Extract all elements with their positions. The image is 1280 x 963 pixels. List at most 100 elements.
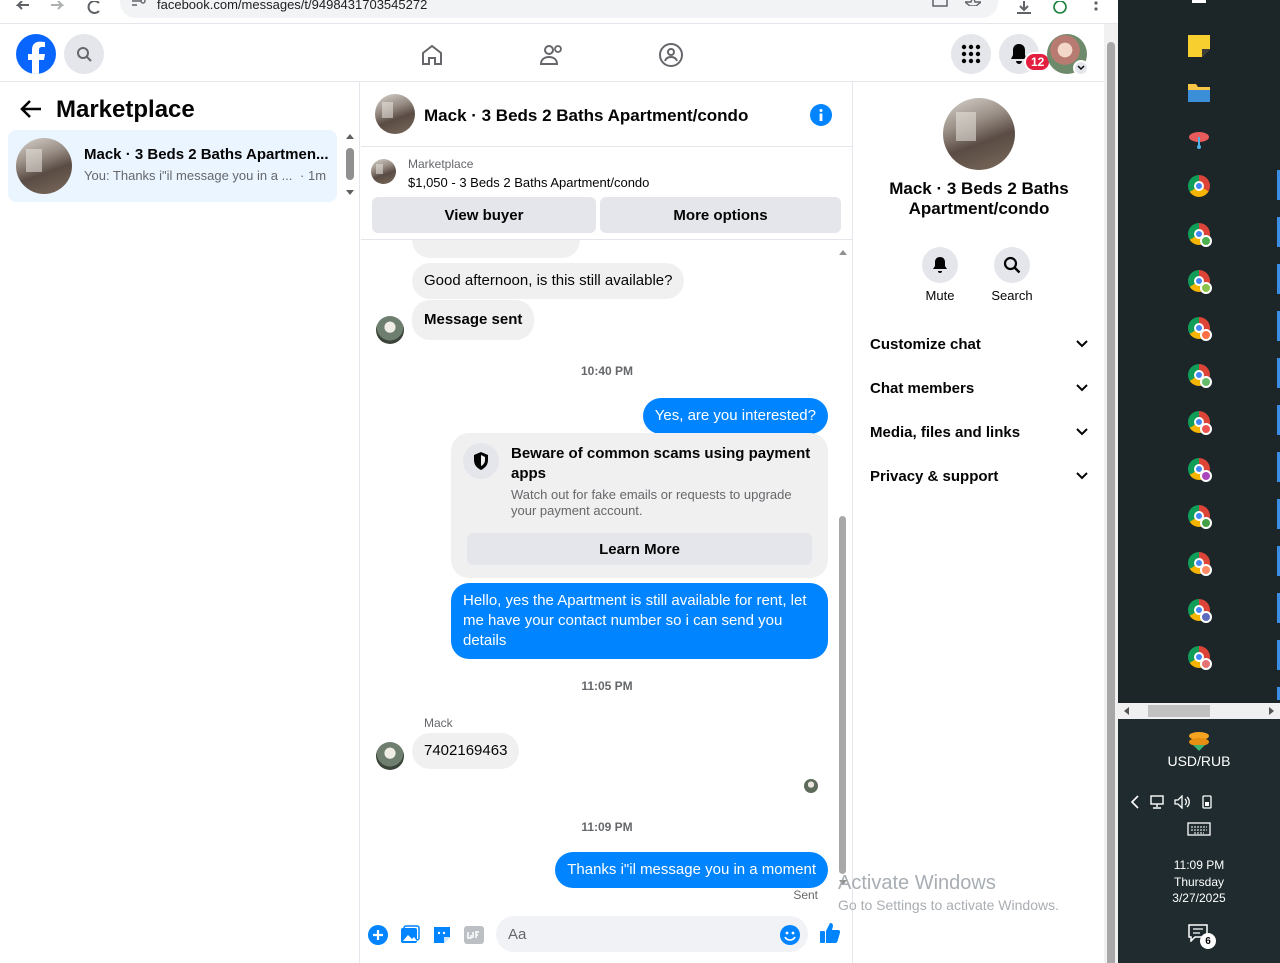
chevron-down-icon xyxy=(1076,384,1088,392)
file-explorer-icon[interactable] xyxy=(1187,80,1211,104)
more-options-button[interactable]: More options xyxy=(600,197,841,233)
groups-icon[interactable] xyxy=(657,41,685,69)
friends-icon[interactable] xyxy=(538,41,566,69)
info-icon[interactable] xyxy=(810,104,832,126)
chrome-profile-icon[interactable] xyxy=(1187,551,1212,576)
clock-date: 3/27/2025 xyxy=(1172,891,1226,905)
chrome-profile-icon[interactable] xyxy=(1187,222,1212,247)
network-icon[interactable] xyxy=(1150,795,1168,809)
message-bubble-in: 7402169463 xyxy=(412,733,520,769)
messages-scrollbar[interactable] xyxy=(838,240,848,890)
page-scrollbar-thumb[interactable] xyxy=(1107,42,1115,963)
timestamp: 11:09 PM xyxy=(581,820,633,834)
browser-menu-icon[interactable] xyxy=(1086,0,1106,16)
scam-title: Beware of common scams using payment app… xyxy=(511,445,811,482)
chrome-profile-icon[interactable] xyxy=(1187,598,1212,623)
address-bar[interactable]: facebook.com/messages/t/9498431703545272 xyxy=(120,0,998,18)
scam-warning-card: Beware of common scams using payment app… xyxy=(451,433,828,578)
conversation-preview-text: You: Thanks i"il message you in a ... xyxy=(84,168,293,183)
home-icon[interactable] xyxy=(418,41,446,69)
sender-avatar[interactable] xyxy=(376,742,404,770)
chat-details-panel: Mack · 3 Beds 2 Baths Apartment/condo Mu… xyxy=(854,82,1104,963)
chrome-profile-icon[interactable] xyxy=(1187,316,1212,341)
chrome-icon[interactable] xyxy=(1187,174,1211,198)
chrome-profile-icon[interactable] xyxy=(1187,363,1212,388)
chevron-down-icon xyxy=(1076,472,1088,480)
list-scrollbar[interactable] xyxy=(346,134,354,196)
section-label: Media, files and links xyxy=(870,423,1021,441)
page-scrollbar[interactable] xyxy=(1104,24,1118,963)
battery-icon[interactable] xyxy=(1200,795,1214,809)
network-app-icon[interactable] xyxy=(1187,127,1211,151)
mute-bell-icon[interactable] xyxy=(922,247,958,283)
message-input[interactable] xyxy=(496,916,808,952)
listing-avatar-large[interactable] xyxy=(943,98,1015,170)
thumbs-up-icon[interactable] xyxy=(819,922,841,944)
listing-thumbnail-small xyxy=(371,159,396,184)
site-info-icon[interactable] xyxy=(132,0,146,6)
shield-icon xyxy=(463,443,499,479)
marketplace-label: Marketplace xyxy=(408,157,474,171)
listing-title[interactable]: $1,050 - 3 Beds 2 Baths Apartment/condo xyxy=(408,175,649,190)
notification-count-badge: 6 xyxy=(1200,933,1216,949)
back-arrow-icon[interactable] xyxy=(20,100,42,118)
section-label: Chat members xyxy=(870,379,975,397)
chrome-profile-icon[interactable] xyxy=(1187,645,1212,670)
gif-icon[interactable] xyxy=(463,924,485,946)
message-composer xyxy=(361,907,853,963)
keyboard-icon[interactable] xyxy=(1187,822,1211,836)
chrome-profile-icon[interactable] xyxy=(1187,410,1212,435)
conversation-time: · 1m xyxy=(300,168,327,183)
panel-title: Marketplace xyxy=(56,96,195,123)
read-receipt-avatar xyxy=(804,779,818,793)
taskbar-app-icon[interactable] xyxy=(1187,0,1211,6)
timestamp: 11:05 PM xyxy=(581,679,633,693)
currency-widget-icon[interactable] xyxy=(1187,729,1211,753)
forward-icon[interactable] xyxy=(48,0,68,16)
photo-icon[interactable] xyxy=(399,924,421,946)
search-label[interactable]: Search xyxy=(978,288,1046,303)
search-icon[interactable] xyxy=(994,247,1030,283)
url-text: facebook.com/messages/t/9498431703545272 xyxy=(157,0,428,12)
chat-title[interactable]: Mack · 3 Beds 2 Baths Apartment/condo xyxy=(424,106,748,126)
chat-members-section[interactable]: Chat members xyxy=(870,374,1088,402)
chat-panel: Mack · 3 Beds 2 Baths Apartment/condo Ma… xyxy=(361,82,853,963)
sticker-icon[interactable] xyxy=(431,924,453,946)
taskbar-scrollbar[interactable] xyxy=(1118,703,1280,719)
volume-icon[interactable] xyxy=(1174,795,1192,809)
view-buyer-button[interactable]: View buyer xyxy=(372,197,596,233)
chevron-down-icon xyxy=(1076,340,1088,348)
search-icon[interactable] xyxy=(64,34,104,74)
reload-icon[interactable] xyxy=(84,0,104,16)
browser-toolbar: facebook.com/messages/t/9498431703545272 xyxy=(0,0,1118,24)
chrome-profile-icon[interactable] xyxy=(1187,457,1212,482)
message-bubble-partial xyxy=(412,240,580,258)
mute-label[interactable]: Mute xyxy=(906,288,974,303)
privacy-support-section[interactable]: Privacy & support xyxy=(870,462,1088,490)
conversation-list-panel: Marketplace Mack · 3 Beds 2 Baths Apartm… xyxy=(0,82,360,963)
taskbar-clock[interactable]: 11:09 PM Thursday 3/27/2025 xyxy=(1118,857,1280,907)
plus-icon[interactable] xyxy=(367,924,389,946)
downloads-icon[interactable] xyxy=(1014,0,1034,16)
learn-more-button[interactable]: Learn More xyxy=(467,533,812,565)
conversation-item[interactable]: Mack · 3 Beds 2 Baths Apartmen... You: T… xyxy=(8,130,337,202)
show-hidden-icons-chevron-icon[interactable] xyxy=(1130,795,1140,809)
chrome-profile-icon[interactable] xyxy=(1187,504,1212,529)
facebook-logo-icon[interactable] xyxy=(16,34,56,74)
profile-icon[interactable] xyxy=(1050,0,1070,16)
emoji-icon[interactable] xyxy=(779,924,801,946)
customize-chat-section[interactable]: Customize chat xyxy=(870,330,1088,358)
sticky-notes-icon[interactable] xyxy=(1187,34,1211,58)
cast-icon[interactable] xyxy=(932,0,948,8)
chat-avatar[interactable] xyxy=(375,94,415,134)
sender-avatar[interactable] xyxy=(376,316,404,344)
currency-widget-label[interactable]: USD/RUB xyxy=(1118,753,1280,769)
message-bubble-out: Yes, are you interested? xyxy=(642,398,828,434)
bookmark-star-icon[interactable] xyxy=(965,0,981,6)
media-files-links-section[interactable]: Media, files and links xyxy=(870,418,1088,446)
messages-scrollbar-thumb[interactable] xyxy=(839,516,846,874)
menu-grid-icon[interactable] xyxy=(951,34,991,74)
back-icon[interactable] xyxy=(12,0,32,16)
chevron-down-icon[interactable] xyxy=(1073,60,1089,76)
chrome-profile-icon[interactable] xyxy=(1187,269,1212,294)
